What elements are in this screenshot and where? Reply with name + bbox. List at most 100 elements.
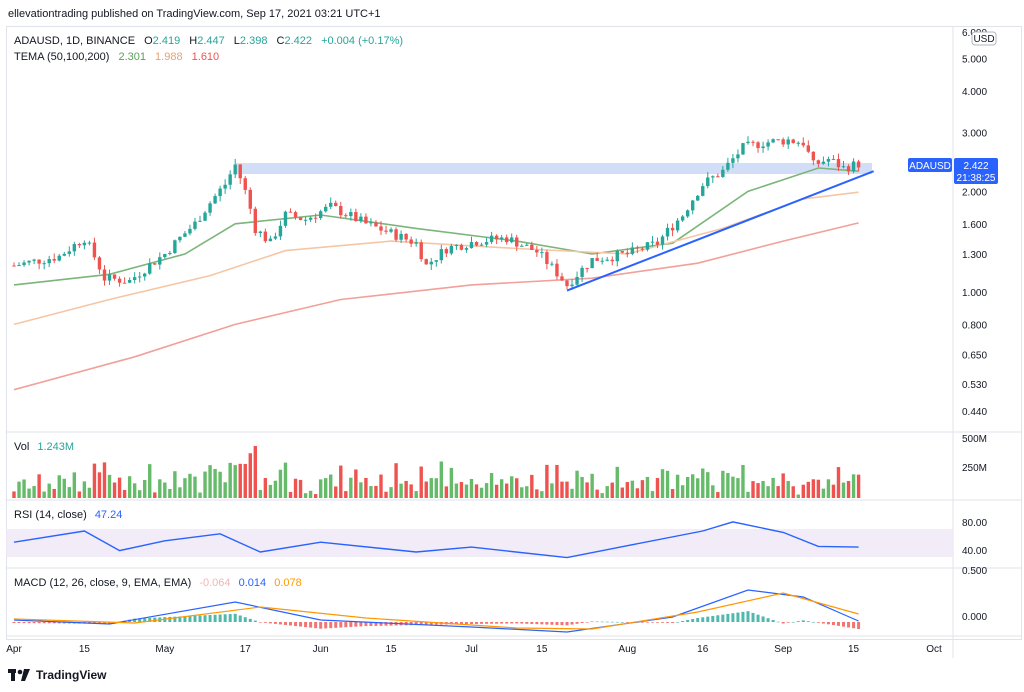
rsi-tick: 80.00 <box>962 518 987 529</box>
volume-bar <box>600 493 604 498</box>
macd-histogram-bar <box>615 621 619 623</box>
candle-body <box>67 251 72 254</box>
macd-histogram-bar <box>490 622 494 624</box>
volume-bar <box>464 484 469 498</box>
candle-body <box>771 139 775 143</box>
price-tag-value: 2.422 <box>963 161 988 172</box>
macd-histogram-bar <box>625 622 629 623</box>
price-legend: ADAUSD, 1D, BINANCE O2.419 H2.447 L2.398… <box>14 35 403 47</box>
volume-bar <box>766 486 770 498</box>
volume-bar <box>545 464 549 498</box>
volume-bar <box>72 472 77 498</box>
volume-bar <box>273 480 278 498</box>
macd-histogram-bar <box>475 622 479 624</box>
candle-body <box>349 212 353 217</box>
candle-body <box>660 236 665 245</box>
tema200-value: 1.610 <box>192 51 220 63</box>
volume-bar <box>399 483 403 498</box>
volume-bar <box>806 481 811 498</box>
volume-bar <box>696 478 700 498</box>
volume-bar <box>17 481 21 498</box>
candle-body <box>545 252 549 265</box>
volume-bar <box>87 487 92 498</box>
volume-bar <box>469 478 474 498</box>
macd-histogram-bar <box>309 622 313 628</box>
open-value: 2.419 <box>153 35 181 47</box>
candle-body <box>414 242 418 244</box>
candle-body <box>293 212 298 218</box>
candle-body <box>836 159 841 168</box>
macd-histogram-bar <box>570 622 574 625</box>
price-tick: 1.600 <box>962 220 987 231</box>
macd-histogram-bar <box>731 613 735 622</box>
macd-histogram-bar <box>469 622 473 624</box>
macd-histogram-bar <box>480 622 484 624</box>
macd-histogram-bar <box>766 618 770 622</box>
macd-histogram-bar <box>847 622 851 628</box>
macd-histogram-bar <box>776 621 780 623</box>
macd-histogram-bar <box>595 621 599 623</box>
volume-bar <box>47 483 51 498</box>
candle-body <box>525 244 529 246</box>
volume-bar <box>82 481 87 498</box>
candle-body <box>137 276 142 278</box>
time-tick: 15 <box>385 644 397 655</box>
time-tick: Sep <box>774 644 792 655</box>
candle-body <box>42 263 46 265</box>
candle-body <box>615 251 619 262</box>
volume-bar <box>796 494 800 498</box>
candle-body <box>726 162 730 170</box>
volume-bar <box>635 488 640 498</box>
tema-label: TEMA (50,100,200) <box>14 51 109 63</box>
symbol-label: ADAUSD, 1D, BINANCE <box>14 35 135 47</box>
volume-bar <box>298 479 303 498</box>
volume-bar <box>701 468 705 498</box>
time-tick: 16 <box>697 644 709 655</box>
tradingview-logo[interactable]: TradingView <box>8 668 106 682</box>
candle-body <box>364 216 368 224</box>
candle-body <box>32 259 36 261</box>
macd-histogram-bar <box>771 619 775 622</box>
time-tick: Oct <box>926 644 942 655</box>
macd-histogram-bar <box>857 622 861 629</box>
candle-body <box>570 284 574 287</box>
volume-bar <box>741 464 745 498</box>
candle-body <box>535 249 539 253</box>
volume-bar <box>263 478 268 498</box>
macd-tick: 0.000 <box>962 612 987 623</box>
macd-histogram-bar <box>681 620 685 622</box>
candle-body <box>374 222 378 227</box>
volume-bar <box>454 483 459 498</box>
candle-body <box>625 252 630 254</box>
macd-histogram-bar <box>826 622 830 625</box>
price-tag-countdown: 21:38:25 <box>957 173 996 184</box>
macd-histogram-bar <box>786 622 790 623</box>
candle-body <box>57 255 61 261</box>
volume-bar <box>535 489 539 498</box>
volume-bar <box>726 473 730 498</box>
candle-body <box>409 239 413 244</box>
candle-body <box>540 252 544 254</box>
macd-histogram-bar <box>540 622 544 625</box>
candle-body <box>761 146 765 149</box>
macd-histogram-bar <box>525 622 529 624</box>
macd-histogram-bar <box>661 622 665 623</box>
candle-body <box>806 145 811 152</box>
candle-body <box>228 174 232 185</box>
volume-bar <box>308 490 313 498</box>
candle-body <box>258 231 263 234</box>
volume-bar <box>515 478 519 498</box>
macd-histogram-bar <box>273 622 277 624</box>
macd-histogram-bar <box>27 622 31 624</box>
candle-body <box>288 211 293 213</box>
macd-histogram-bar <box>319 622 323 629</box>
candle-body <box>510 237 514 243</box>
candle-body <box>499 237 504 240</box>
macd-histogram-bar <box>585 622 589 623</box>
volume-bar <box>499 479 504 498</box>
candle-body <box>429 261 433 265</box>
macd-histogram-bar <box>550 622 554 625</box>
candle-body <box>17 265 21 267</box>
price-tick: 0.440 <box>962 407 987 418</box>
chart-svg[interactable]: 6.0005.0004.0003.0002.0001.6001.3001.000… <box>0 0 1024 692</box>
